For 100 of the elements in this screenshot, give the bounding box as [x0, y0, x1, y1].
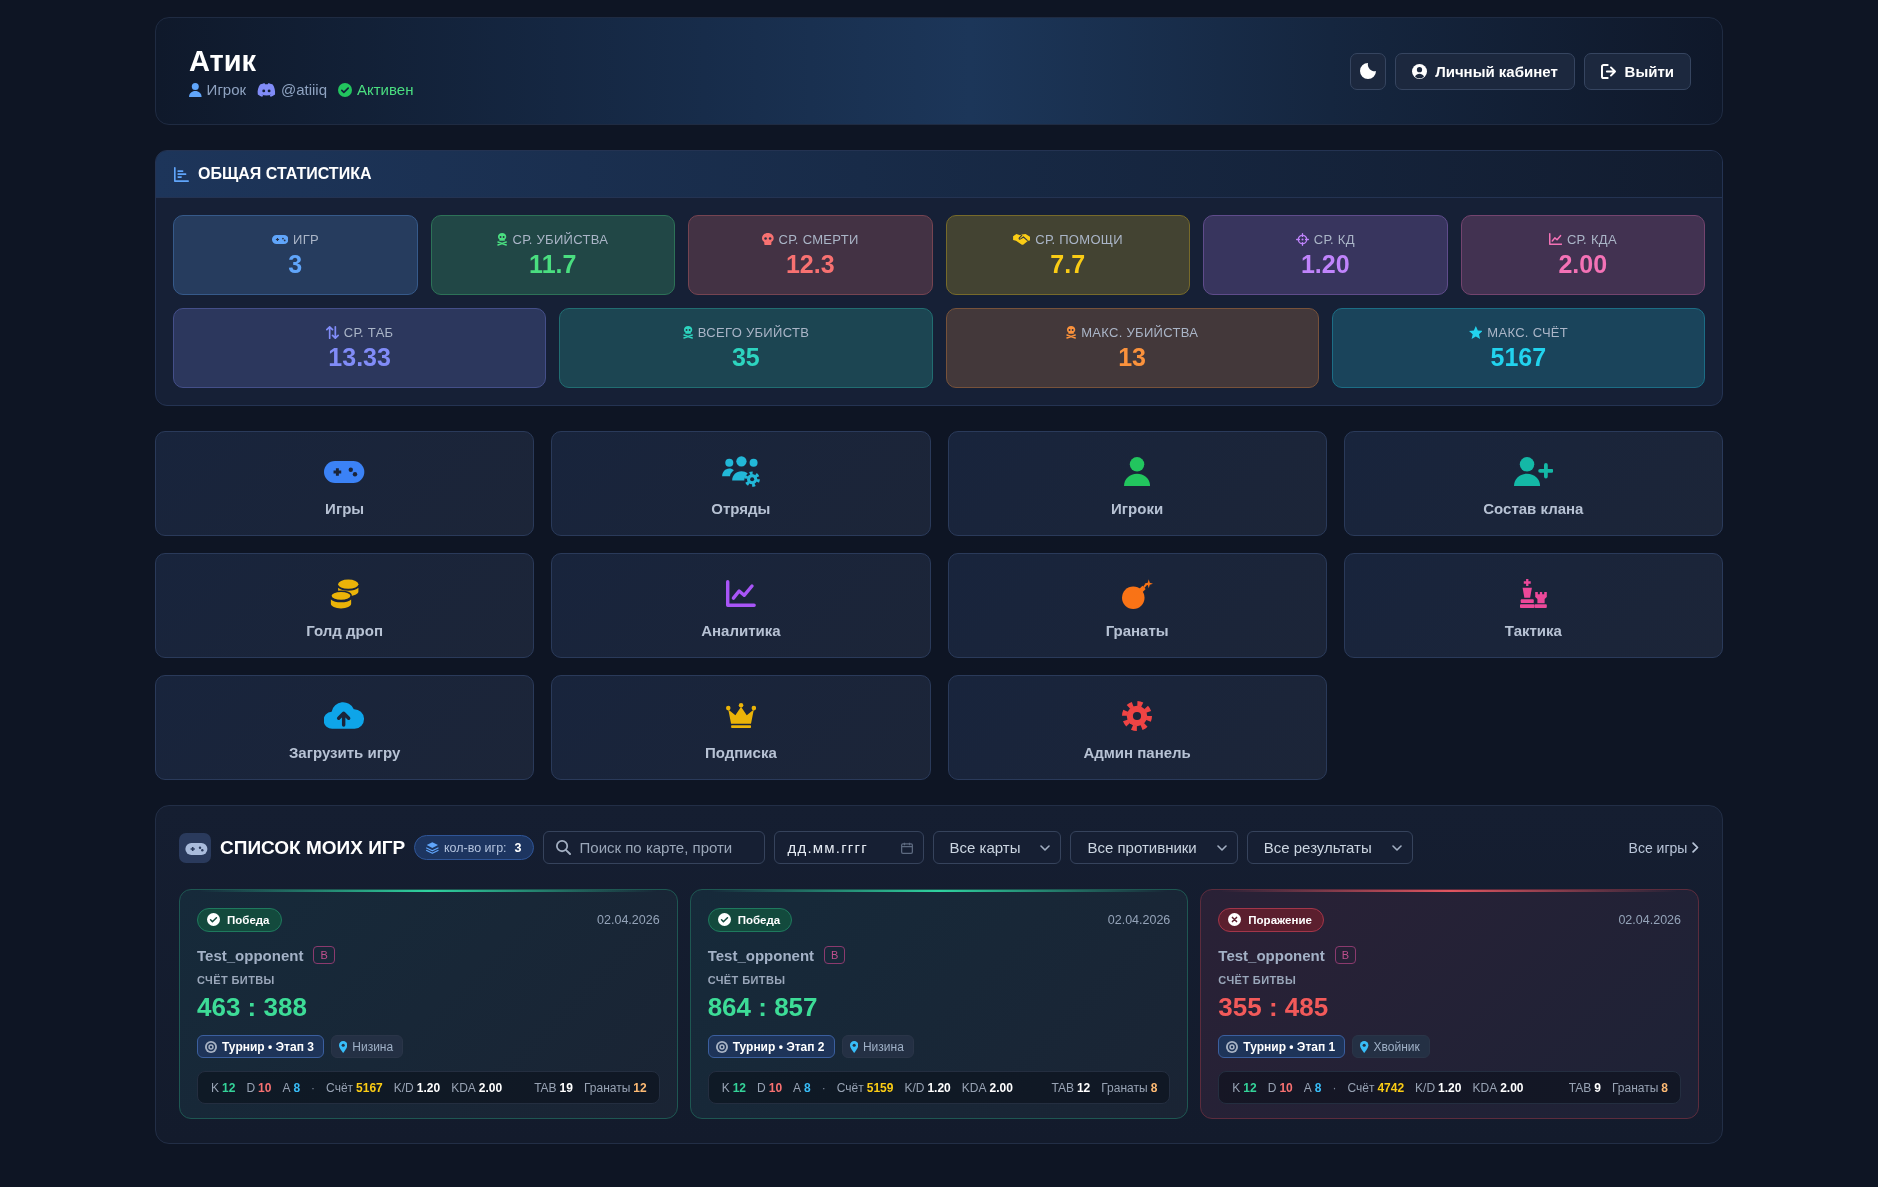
stat-label: D: [1267, 1080, 1277, 1095]
nav-tile[interactable]: Состав клана: [1343, 431, 1723, 536]
opponent-name: Test_opponent: [1218, 946, 1325, 964]
user-circle-icon: [1412, 63, 1428, 79]
stat-label: Счёт: [326, 1080, 354, 1095]
bar-chart-icon: [174, 166, 189, 182]
nav-tile[interactable]: Гранаты: [947, 553, 1327, 658]
check-circle-icon: [717, 913, 731, 926]
stat-value: 12: [1076, 1080, 1091, 1095]
handshake-icon: [1012, 233, 1031, 245]
user-icon: [189, 82, 202, 97]
check-circle-icon: [338, 82, 352, 97]
logout-button[interactable]: Выйти: [1583, 52, 1691, 90]
account-button[interactable]: Личный кабинет: [1395, 52, 1575, 90]
nav-tile[interactable]: Игроки: [947, 431, 1327, 536]
map-pin-icon: [849, 1040, 858, 1053]
stat-value: 12: [1243, 1080, 1257, 1095]
nav-tile[interactable]: Тактика: [1343, 553, 1723, 658]
stat-value: 8: [1150, 1080, 1158, 1095]
filter-select[interactable]: Все противники: [1070, 831, 1238, 864]
handle-text: @atiiiq: [280, 81, 327, 98]
all-games-link[interactable]: Все игры: [1628, 839, 1699, 856]
stat-value: 3: [288, 249, 303, 279]
chevron-right-icon: [1692, 842, 1699, 853]
skull-crossbones-icon: [682, 325, 693, 339]
theme-toggle-button[interactable]: [1350, 52, 1387, 90]
stat-value: 8: [1661, 1080, 1668, 1095]
score-label: СЧЁТ БИТВЫ: [197, 973, 275, 987]
filter-select[interactable]: Все карты: [932, 831, 1062, 864]
stat-label: A: [282, 1080, 291, 1095]
skull-icon: [761, 233, 774, 245]
crosshair-icon: [1295, 232, 1309, 246]
tag-text: Турнир • Этап 1: [1243, 1039, 1336, 1054]
opponent-name: Test_opponent: [197, 946, 304, 964]
nav-tile[interactable]: Подписка: [551, 675, 931, 780]
stat-label: МАКС. УБИЙСТВА: [1081, 324, 1199, 340]
nav-tile[interactable]: Голд дроп: [155, 553, 535, 658]
stat-label: СР. ПОМОЩИ: [1035, 231, 1123, 247]
stat-label: K/D: [1415, 1080, 1436, 1095]
role-text: Игрок: [206, 81, 247, 98]
nav-tile[interactable]: Аналитика: [551, 553, 931, 658]
status-text: Активен: [357, 81, 414, 98]
result-text: Победа: [737, 913, 781, 926]
arrows-up-down-icon: [325, 325, 339, 339]
battle-score: 864 : 857: [707, 991, 818, 1023]
separator-dot: ·: [311, 1080, 316, 1095]
stat-value: 35: [731, 342, 760, 372]
stat-value: 12: [732, 1080, 747, 1095]
stat-value: 8: [1314, 1080, 1322, 1095]
star-icon: [1468, 325, 1483, 339]
stat-label: СР. КДА: [1566, 231, 1617, 247]
skull-crossbones-icon: [497, 232, 508, 246]
layers-icon: [426, 841, 439, 854]
target-icon: [205, 1040, 217, 1053]
stat-label: D: [757, 1080, 766, 1095]
stat-label: СР. КД: [1313, 231, 1355, 247]
stat-label: Счёт: [1347, 1080, 1375, 1095]
stat-value: 5167: [1490, 342, 1547, 372]
stat-value: 2.00: [989, 1080, 1013, 1095]
game-date: 02.04.2026: [1618, 912, 1681, 927]
stat-label: A: [1303, 1080, 1312, 1095]
skull-crossbones-icon: [1066, 325, 1077, 339]
stat-label: TAB: [534, 1080, 557, 1095]
stat-label: K/D: [393, 1080, 414, 1095]
stat-value: 10: [1279, 1080, 1293, 1095]
nav-tile[interactable]: Загрузить игру: [155, 675, 535, 780]
search-field[interactable]: Поиск по карте, проти: [542, 831, 765, 864]
stat-label: Гранаты: [1101, 1080, 1148, 1095]
stat-label: Гранаты: [1611, 1080, 1659, 1095]
nav-tile[interactable]: Игры: [155, 431, 535, 536]
battle-score: 355 : 485: [1218, 991, 1329, 1023]
page-title: Атик: [189, 44, 258, 78]
stat-label: ИГР: [293, 231, 319, 247]
stat-label: TAB: [1051, 1080, 1074, 1095]
stat-label: KDA: [451, 1080, 476, 1095]
stat-value: 7.7: [1050, 249, 1086, 279]
date-field[interactable]: дд.мм.гггг: [773, 831, 924, 864]
stat-label: A: [793, 1080, 802, 1095]
stat-value: 1.20: [1438, 1080, 1462, 1095]
nav-tile[interactable]: Отряды: [551, 431, 931, 536]
stat-label: D: [246, 1080, 256, 1095]
score-label: СЧЁТ БИТВЫ: [707, 973, 786, 987]
stat-value: 1.20: [416, 1080, 441, 1095]
stat-label: ВСЕГО УБИЙСТВ: [697, 324, 810, 340]
stat-label: KDA: [1472, 1080, 1498, 1095]
tag-text: Низина: [862, 1039, 904, 1054]
stat-value: 1.20: [927, 1080, 951, 1095]
tag-text: Турнир • Этап 3: [222, 1039, 314, 1054]
stat-value: 13: [1118, 342, 1147, 372]
filter-select[interactable]: Все результаты: [1246, 831, 1413, 864]
game-date: 02.04.2026: [597, 912, 660, 927]
sign-out-icon: [1600, 63, 1617, 79]
stat-value: 8: [804, 1080, 811, 1095]
stat-value: 8: [293, 1080, 301, 1095]
nav-tile[interactable]: Админ панель: [947, 675, 1327, 780]
stat-value: 13.33: [328, 342, 391, 372]
search-icon: [555, 840, 571, 855]
result-text: Поражение: [1248, 913, 1312, 926]
count-label: кол-во игр:: [443, 840, 507, 855]
stat-label: СР. СМЕРТИ: [778, 231, 859, 247]
